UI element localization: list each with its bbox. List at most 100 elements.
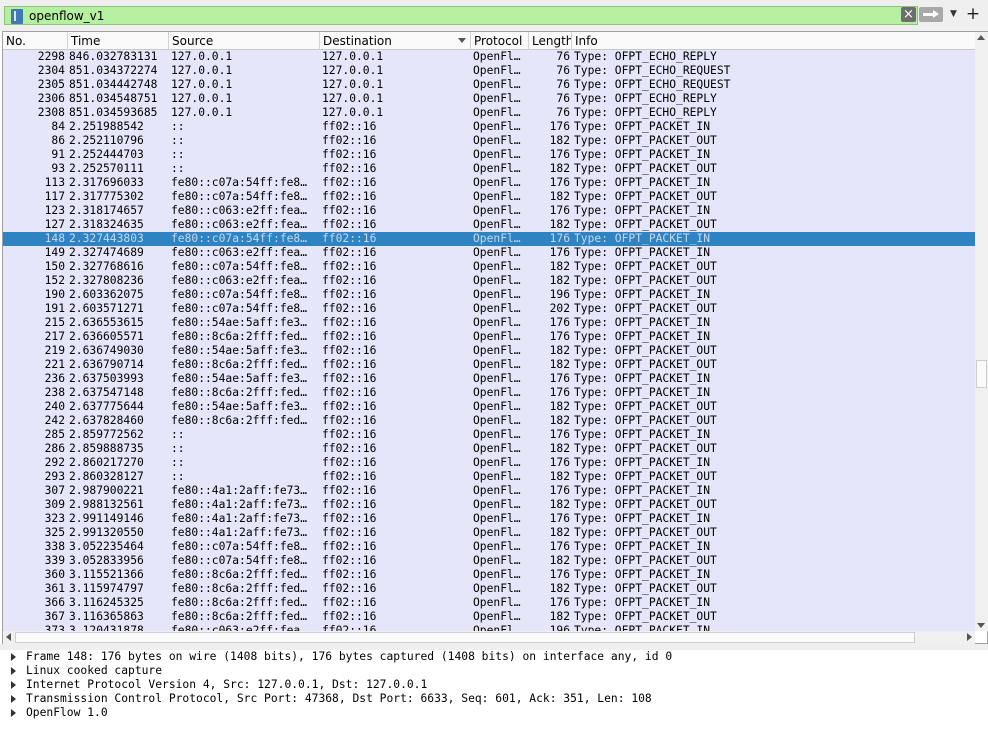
packet-cell-info: Type: OFPT_ECHO_REQUEST: [574, 78, 731, 91]
plus-icon[interactable]: +: [965, 5, 981, 24]
packet-cell-info: Type: OFPT_PACKET_OUT: [574, 400, 717, 413]
column-header-destination[interactable]: Destination: [320, 32, 471, 50]
packet-row[interactable]: 117 2.317775302 fe80::c07a:54ff:fe8… ff02::…: [3, 190, 975, 204]
packet-row[interactable]: 127 2.318324635 fe80::c063:e2ff:fea… ff02::…: [3, 218, 975, 232]
packet-row[interactable]: 2304 851.034372274 127.0.0.1 127.0.0.1 OpenF…: [3, 64, 975, 78]
arrow-right-icon[interactable]: [919, 7, 943, 22]
packet-row[interactable]: 86 2.252110796:: ff02::16 OpenFl… 182 Type: O…: [3, 134, 975, 148]
packet-cell-info: Type: OFPT_PACKET_IN: [574, 386, 711, 399]
packet-row[interactable]: 217 2.636605571 fe80::8c6a:2fff:fed… ff02::…: [3, 330, 975, 344]
scrollbar-thumb[interactable]: [15, 632, 915, 643]
packet-row[interactable]: 149 2.327474689 fe80::c063:e2ff:fea… ff02::…: [3, 246, 975, 260]
expand-arrow-icon[interactable]: [11, 667, 16, 675]
packet-cell-src: fe80::c07a:54ff:fe8…: [171, 540, 308, 553]
detail-tree-item[interactable]: Transmission Control Protocol, Src Port:…: [0, 692, 988, 706]
packet-row[interactable]: 285 2.859772562:: ff02::16 OpenFl… 176 Type: …: [3, 428, 975, 442]
column-header-no[interactable]: No.: [3, 32, 68, 50]
close-icon[interactable]: ×: [901, 7, 916, 22]
packet-cell-time: 2.636749030: [69, 344, 144, 357]
packet-row[interactable]: 84 2.251988542:: ff02::16 OpenFl… 176 Type: O…: [3, 120, 975, 134]
packet-row[interactable]: 338 3.052235464 fe80::c07a:54ff:fe8… ff02::…: [3, 540, 975, 554]
packet-row[interactable]: 242 2.637828460 fe80::8c6a:2fff:fed… ff02::…: [3, 414, 975, 428]
horizontal-scrollbar[interactable]: [3, 631, 975, 644]
packet-row[interactable]: 238 2.637547148 fe80::8c6a:2fff:fed… ff02::…: [3, 386, 975, 400]
packet-row[interactable]: 215 2.636553615 fe80::54ae:5aff:fe3… ff02::…: [3, 316, 975, 330]
display-filter-input[interactable]: openflow_v1: [4, 6, 918, 25]
expand-arrow-icon[interactable]: [11, 681, 16, 689]
column-header-time[interactable]: Time: [68, 32, 169, 50]
packet-cell-info: Type: OFPT_PACKET_IN: [574, 540, 711, 553]
packet-row[interactable]: 361 3.115974797 fe80::8c6a:2fff:fed… ff02::…: [3, 582, 975, 596]
packet-row[interactable]: 293 2.860328127:: ff02::16 OpenFl… 182 Type: …: [3, 470, 975, 484]
packet-row[interactable]: 191 2.603571271 fe80::c07a:54ff:fe8… ff02::…: [3, 302, 975, 316]
packet-cell-len: 76: [556, 106, 570, 119]
column-header-length[interactable]: Length: [529, 32, 572, 50]
packet-row[interactable]: 236 2.637503993 fe80::54ae:5aff:fe3… ff02::…: [3, 372, 975, 386]
detail-tree-item[interactable]: OpenFlow 1.0: [0, 706, 988, 720]
expand-arrow-icon[interactable]: [11, 653, 16, 661]
packet-row[interactable]: 93 2.252570111:: ff02::16 OpenFl… 182 Type: O…: [3, 162, 975, 176]
packet-cell-len: 182: [549, 134, 570, 147]
packet-cell-no: 148: [44, 232, 65, 245]
packet-row[interactable]: 113 2.317696033 fe80::c07a:54ff:fe8… ff02::…: [3, 176, 975, 190]
packet-row[interactable]: 150 2.327768616 fe80::c07a:54ff:fe8… ff02::…: [3, 260, 975, 274]
packet-row[interactable]: 190 2.603362075 fe80::c07a:54ff:fe8… ff02::…: [3, 288, 975, 302]
packet-cell-time: 3.052235464: [69, 540, 144, 553]
packet-cell-len: 76: [556, 78, 570, 91]
packet-row[interactable]: 2308 851.034593685 127.0.0.1 127.0.0.1 OpenF…: [3, 106, 975, 120]
packet-row[interactable]: 221 2.636790714 fe80::8c6a:2fff:fed… ff02::…: [3, 358, 975, 372]
packet-cell-proto: OpenFl…: [473, 64, 521, 77]
bookmark-icon[interactable]: [11, 9, 23, 24]
scroll-left-icon[interactable]: [6, 633, 11, 641]
packet-cell-no: 149: [44, 246, 65, 259]
column-header-protocol[interactable]: Protocol: [471, 32, 529, 50]
packet-cell-no: 293: [44, 470, 65, 483]
packet-row[interactable]: 307 2.987900221 fe80::4a1:2aff:fe73… ff02::…: [3, 484, 975, 498]
packet-cell-len: 182: [549, 162, 570, 175]
expand-arrow-icon[interactable]: [11, 695, 16, 703]
display-filter-text[interactable]: openflow_v1: [29, 9, 104, 23]
scrollbar-thumb[interactable]: [976, 360, 987, 388]
column-header-info[interactable]: Info: [572, 32, 975, 50]
chevron-down-icon[interactable]: ▼: [947, 7, 960, 22]
packet-cell-no: 93: [51, 162, 65, 175]
packet-row[interactable]: 323 2.991149146 fe80::4a1:2aff:fe73… ff02::…: [3, 512, 975, 526]
packet-row[interactable]: 152 2.327808236 fe80::c063:e2ff:fea… ff02::…: [3, 274, 975, 288]
packet-row[interactable]: 2305 851.034442748 127.0.0.1 127.0.0.1 OpenF…: [3, 78, 975, 92]
detail-tree-item[interactable]: Internet Protocol Version 4, Src: 127.0.…: [0, 678, 988, 692]
scroll-up-icon[interactable]: [977, 35, 985, 40]
packet-cell-info: Type: OFPT_PACKET_IN: [574, 568, 711, 581]
packet-row[interactable]: 2298 846.032783131 127.0.0.1 127.0.0.1 OpenF…: [3, 50, 975, 64]
vertical-scrollbar[interactable]: [975, 32, 988, 631]
packet-row[interactable]: 325 2.991320550 fe80::4a1:2aff:fe73… ff02::…: [3, 526, 975, 540]
packet-row[interactable]: 286 2.859888735:: ff02::16 OpenFl… 182 Type: …: [3, 442, 975, 456]
packet-row[interactable]: 367 3.116365863 fe80::8c6a:2fff:fed… ff02::…: [3, 610, 975, 624]
packet-row[interactable]: 309 2.988132561 fe80::4a1:2aff:fe73… ff02::…: [3, 498, 975, 512]
packet-cell-len: 182: [549, 218, 570, 231]
detail-tree-item[interactable]: Frame 148: 176 bytes on wire (1408 bits)…: [0, 650, 988, 664]
column-header-destination-label: Destination: [323, 34, 392, 48]
packet-row[interactable]: 148 2.327443803 fe80::c07a:54ff:fe8… ff02::…: [3, 232, 975, 246]
packet-row[interactable]: 123 2.318174657 fe80::c063:e2ff:fea… ff02::…: [3, 204, 975, 218]
packet-cell-proto: OpenFl…: [473, 134, 521, 147]
expand-arrow-icon[interactable]: [11, 709, 16, 717]
packet-cell-no: 323: [44, 512, 65, 525]
packet-row[interactable]: 339 3.052833956 fe80::c07a:54ff:fe8… ff02::…: [3, 554, 975, 568]
packet-cell-time: 2.252570111: [69, 162, 144, 175]
packet-cell-proto: OpenFl…: [473, 162, 521, 175]
packet-row[interactable]: 360 3.115521366 fe80::8c6a:2fff:fed… ff02::…: [3, 568, 975, 582]
scroll-down-icon[interactable]: [977, 623, 985, 628]
detail-tree-item[interactable]: Linux cooked capture: [0, 664, 988, 678]
packet-row[interactable]: 2306 851.034548751 127.0.0.1 127.0.0.1 OpenF…: [3, 92, 975, 106]
packet-row[interactable]: 373 3.120431878 fe80::c063:e2ff:fea… ff02::…: [3, 624, 975, 631]
packet-cell-len: 76: [556, 92, 570, 105]
packet-row[interactable]: 240 2.637775644 fe80::54ae:5aff:fe3… ff02::…: [3, 400, 975, 414]
packet-row[interactable]: 366 3.116245325 fe80::8c6a:2fff:fed… ff02::…: [3, 596, 975, 610]
scroll-right-icon[interactable]: [967, 633, 972, 641]
packet-row[interactable]: 91 2.252444703:: ff02::16 OpenFl… 176 Type: O…: [3, 148, 975, 162]
packet-cell-len: 176: [549, 386, 570, 399]
column-header-source[interactable]: Source: [169, 32, 320, 50]
packet-row[interactable]: 219 2.636749030 fe80::54ae:5aff:fe3… ff02::…: [3, 344, 975, 358]
packet-details: Frame 148: 176 bytes on wire (1408 bits)…: [0, 650, 988, 731]
packet-row[interactable]: 292 2.860217270:: ff02::16 OpenFl… 176 Type: …: [3, 456, 975, 470]
